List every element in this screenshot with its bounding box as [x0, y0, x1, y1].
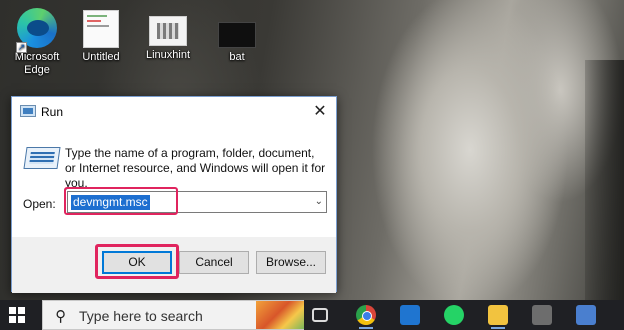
task-view-icon[interactable]	[312, 308, 328, 322]
document-icon	[83, 10, 119, 48]
chevron-down-icon[interactable]: ⌄	[315, 194, 323, 210]
search-placeholder: Type here to search	[79, 308, 203, 324]
desktop-icon-untitled[interactable]: Untitled	[70, 10, 132, 64]
browse-button[interactable]: Browse...	[256, 251, 326, 274]
terminal-icon	[218, 22, 256, 48]
desktop-icon-label: bat	[229, 51, 245, 63]
desktop-icon-microsoft-edge[interactable]: ↗ Microsoft Edge	[6, 8, 68, 77]
search-highlight-art-icon[interactable]	[256, 301, 304, 329]
shortcut-arrow-icon: ↗	[16, 42, 27, 53]
title-bar[interactable]: Run ✕	[12, 97, 336, 127]
highlight-box-ok-button	[95, 244, 179, 279]
mail-icon[interactable]	[400, 305, 420, 325]
open-label: Open:	[23, 197, 56, 211]
taskbar: ⚲ Type here to search	[0, 300, 624, 330]
desktop-icon-linuxhint[interactable]: Linuxhint	[137, 16, 199, 62]
taskbar-search-box[interactable]: ⚲ Type here to search	[42, 300, 304, 330]
search-icon: ⚲	[55, 307, 66, 325]
app-icon[interactable]	[576, 305, 596, 325]
dialog-description: Type the name of a program, folder, docu…	[65, 146, 326, 190]
highlight-box-open-input	[64, 187, 178, 215]
running-indicator	[491, 327, 505, 329]
desktop-icon-label: Untitled	[82, 51, 120, 63]
running-indicator	[359, 327, 373, 329]
file-explorer-icon[interactable]	[488, 305, 508, 325]
wallpaper-shadow	[585, 60, 624, 300]
desktop-icon-label: Linuxhint	[145, 49, 191, 61]
dialog-title: Run	[41, 105, 64, 119]
chrome-icon[interactable]	[356, 305, 376, 325]
image-icon	[149, 16, 187, 46]
windows-logo-icon	[9, 307, 16, 314]
close-button[interactable]: ✕	[308, 101, 332, 121]
run-program-icon	[23, 147, 61, 169]
whatsapp-icon[interactable]	[444, 305, 464, 325]
run-icon	[20, 105, 36, 117]
run-dialog: Run ✕ Type the name of a program, folder…	[11, 96, 337, 293]
cancel-button[interactable]: Cancel	[179, 251, 249, 274]
close-icon: ✕	[313, 101, 327, 120]
desktop-icon-bat[interactable]: bat	[206, 22, 268, 64]
desktop-icon-label: Microsoft Edge	[14, 51, 60, 76]
calculator-icon[interactable]	[532, 305, 552, 325]
start-button[interactable]	[9, 307, 25, 323]
